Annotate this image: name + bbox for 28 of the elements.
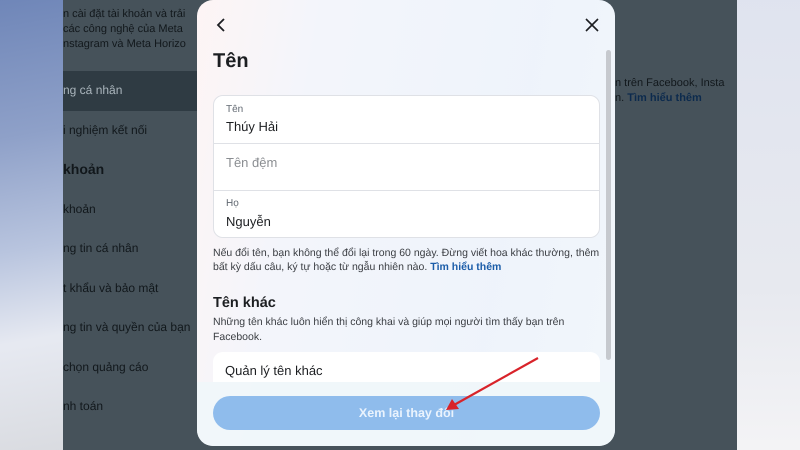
name-input[interactable]: Thúy Hải (226, 118, 587, 136)
menu-item[interactable]: i nghiệm kết nối (63, 110, 197, 150)
description-text: n. Tìm hiểu thêm (615, 91, 703, 106)
section-title: Tên khác (213, 295, 277, 311)
field-label: Tên (226, 104, 244, 116)
menu-item[interactable]: ng tin cá nhân (63, 229, 197, 268)
scrollbar[interactable] (606, 50, 611, 360)
menu-heading: khoản (63, 160, 106, 179)
close-icon[interactable] (585, 18, 599, 32)
notice-text: Nếu đổi tên, bạn không thể đổi lại trong 60 ngày. Đừng viết hoa khác thường, thêm bất kỳ dấu câu, ký tự hoặc từ ngẫu nhiên nào. Tìm hiểu thêm (213, 246, 600, 274)
menu-item[interactable]: chọn quảng cáo (63, 348, 197, 387)
name-input[interactable]: Tên đệm (226, 153, 587, 171)
learn-more-link[interactable]: Tìm hiểu thêm (627, 92, 702, 104)
name-input[interactable]: Nguyễn (226, 212, 587, 230)
menu-item[interactable]: t khẩu và bảo mật (63, 268, 197, 308)
field-label: Họ (226, 198, 240, 210)
dialog-title: Tên (213, 50, 250, 74)
menu-item[interactable]: ng cá nhân (63, 71, 197, 110)
learn-more-link[interactable]: Tìm hiểu thêm (430, 261, 502, 273)
intro-text: nstagram và Meta Horizo (63, 37, 187, 52)
manage-other-names-item[interactable]: Quản lý tên khác (213, 352, 600, 382)
intro-text: n cài đặt tài khoản và trải (63, 7, 186, 22)
section-description: Những tên khác luôn hiển thị công khai và giúp mọi người tìm thấy bạn trên Facebook. (213, 315, 566, 344)
menu-item[interactable]: nh toán (63, 387, 197, 426)
menu-item[interactable]: khoản (63, 190, 197, 229)
intro-text: các công nghệ của Meta (63, 22, 184, 37)
description-text: n trên Facebook, Insta (615, 76, 726, 91)
menu-item[interactable]: ng tin và quyền của bạn (63, 308, 197, 348)
